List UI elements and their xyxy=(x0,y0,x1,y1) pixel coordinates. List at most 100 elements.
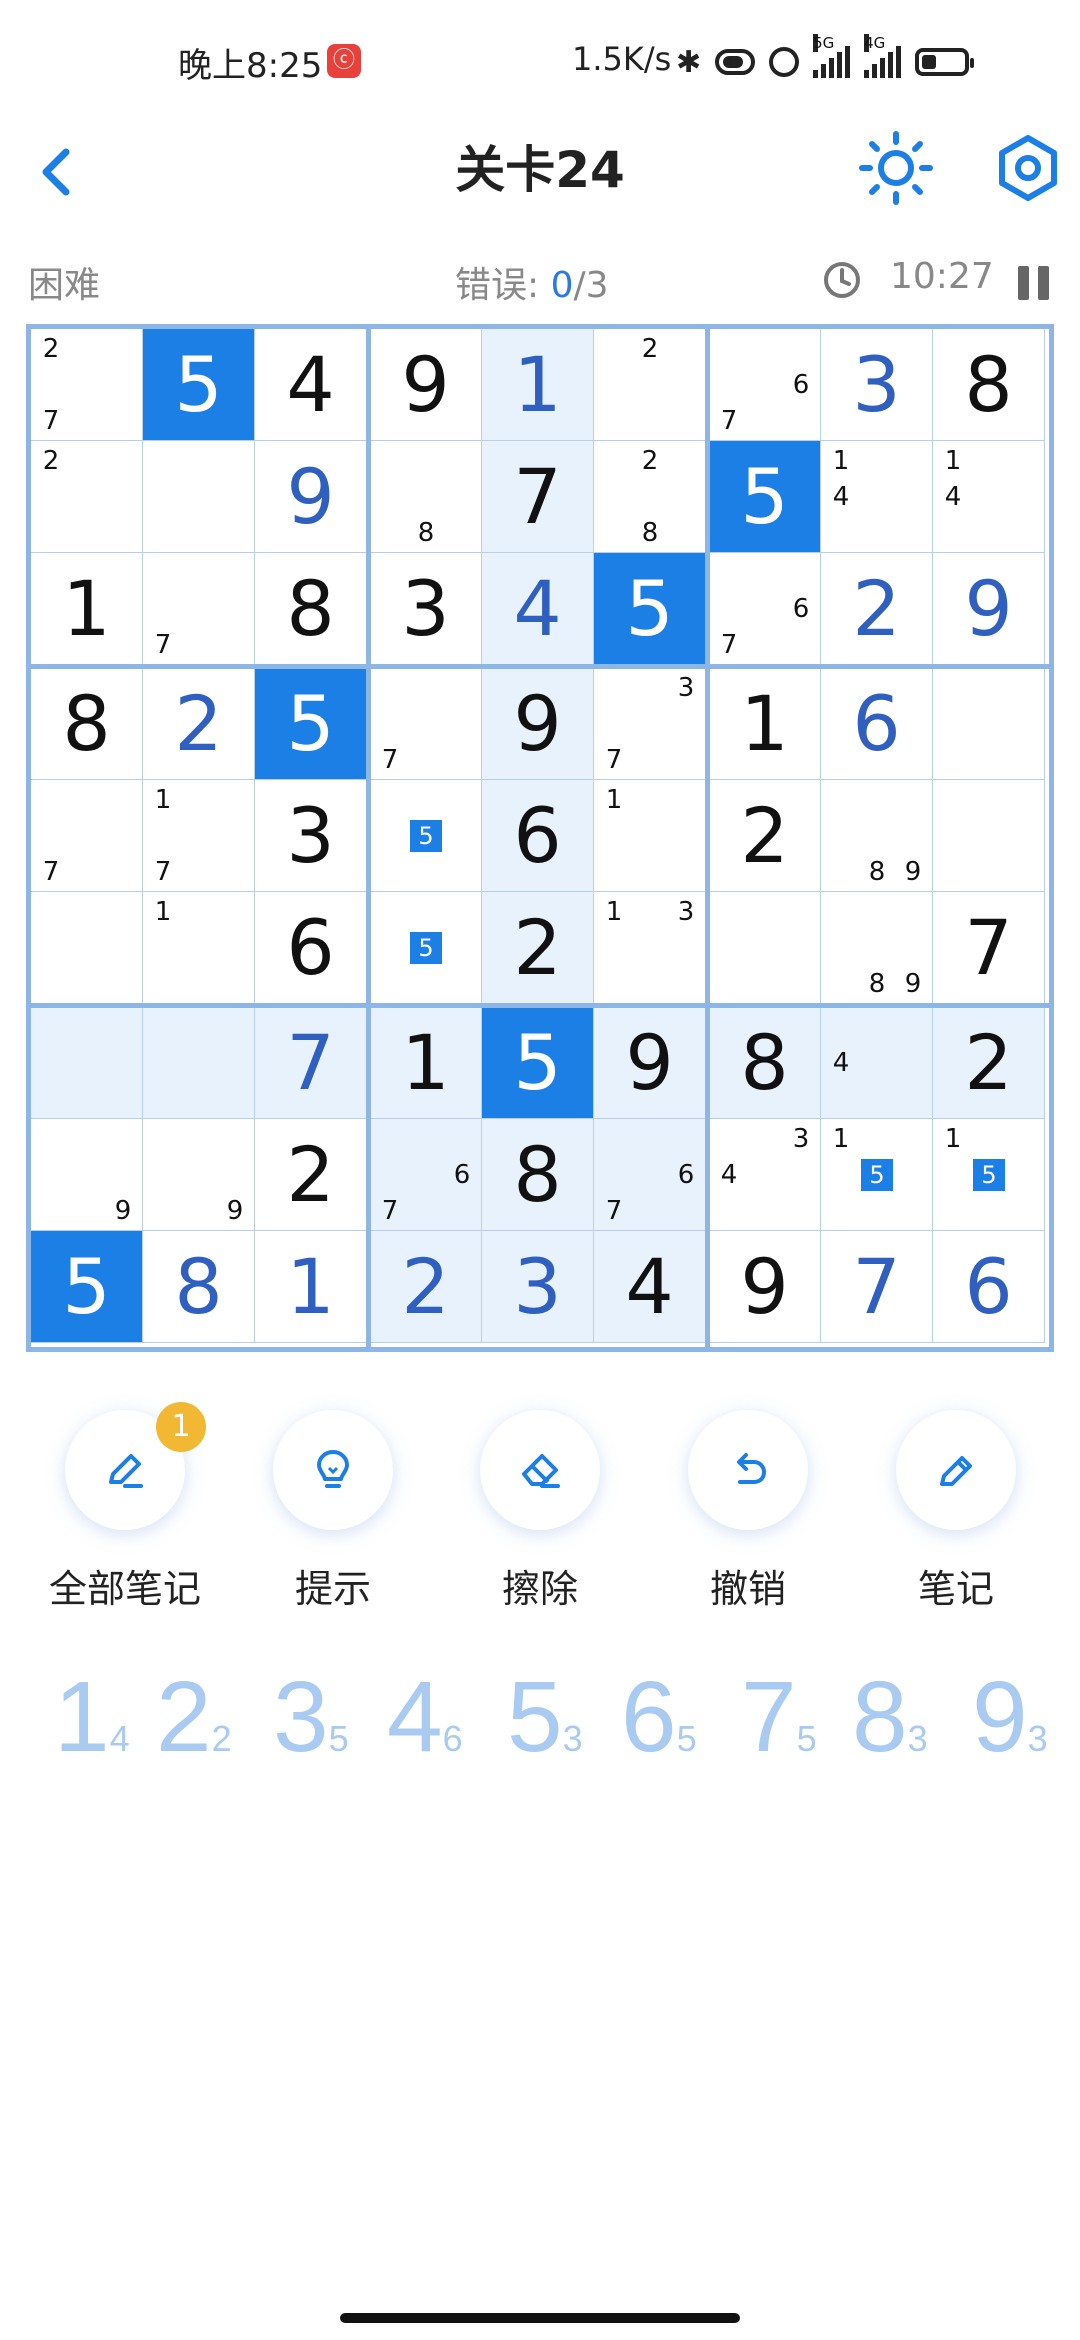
sudoku-cell[interactable]: 13 xyxy=(594,892,706,1004)
sudoku-cell[interactable]: 9 xyxy=(482,668,594,780)
sudoku-cell[interactable]: 9 xyxy=(594,1007,706,1119)
sudoku-cell[interactable]: 4 xyxy=(482,553,594,665)
sudoku-cell[interactable] xyxy=(31,1007,143,1119)
sudoku-cell[interactable]: 2 xyxy=(143,668,255,780)
sudoku-cell[interactable]: 2 xyxy=(594,329,706,441)
sudoku-cell[interactable]: 6 xyxy=(821,668,933,780)
sudoku-cell[interactable]: 9 xyxy=(255,441,367,553)
sudoku-cell[interactable]: 3 xyxy=(370,553,482,665)
sudoku-cell[interactable]: 7 xyxy=(482,441,594,553)
sudoku-cell[interactable]: 1 xyxy=(143,892,255,1004)
sudoku-cell[interactable] xyxy=(709,892,821,1004)
sudoku-cell[interactable]: 1 xyxy=(255,1231,367,1343)
sudoku-cell[interactable]: 3 xyxy=(821,329,933,441)
sudoku-cell[interactable]: 3 xyxy=(482,1231,594,1343)
undo-button[interactable]: 撤销 xyxy=(683,1410,813,1611)
sudoku-cell[interactable]: 2 xyxy=(482,892,594,1004)
sudoku-cell[interactable]: 34 xyxy=(709,1119,821,1231)
sudoku-cell[interactable]: 2 xyxy=(31,441,143,553)
sudoku-cell[interactable]: 7 xyxy=(143,553,255,665)
sudoku-cell[interactable]: 9 xyxy=(370,329,482,441)
number-key[interactable]: 65 xyxy=(621,1660,697,1775)
sudoku-cell[interactable]: 27 xyxy=(31,329,143,441)
sudoku-cell[interactable]: 37 xyxy=(594,668,706,780)
sudoku-cell[interactable]: 5 xyxy=(31,1231,143,1343)
sudoku-cell[interactable]: 6 xyxy=(482,780,594,892)
sudoku-cell[interactable]: 7 xyxy=(370,668,482,780)
sudoku-cell[interactable]: 6 xyxy=(255,892,367,1004)
sudoku-cell[interactable]: 5 xyxy=(255,668,367,780)
sudoku-cell[interactable]: 15 xyxy=(821,1119,933,1231)
sudoku-cell[interactable]: 89 xyxy=(821,892,933,1004)
pause-button[interactable] xyxy=(1018,266,1052,300)
sudoku-cell[interactable]: 1 xyxy=(370,1007,482,1119)
sudoku-cell[interactable]: 14 xyxy=(821,441,933,553)
sudoku-cell[interactable]: 67 xyxy=(370,1119,482,1231)
sudoku-cell[interactable]: 2 xyxy=(933,1007,1045,1119)
sudoku-cell[interactable]: 67 xyxy=(709,553,821,665)
number-key[interactable]: 46 xyxy=(387,1660,463,1775)
sudoku-cell[interactable]: 2 xyxy=(370,1231,482,1343)
sudoku-cell[interactable]: 1 xyxy=(594,780,706,892)
sudoku-cell[interactable]: 5 xyxy=(370,892,482,1004)
sudoku-cell[interactable]: 5 xyxy=(143,329,255,441)
home-indicator[interactable] xyxy=(340,2313,740,2323)
sudoku-cell[interactable]: 8 xyxy=(31,668,143,780)
erase-button[interactable]: 擦除 xyxy=(475,1410,605,1611)
sudoku-cell[interactable] xyxy=(143,1007,255,1119)
number-key[interactable]: 14 xyxy=(54,1660,130,1775)
sudoku-cell[interactable]: 1 xyxy=(31,553,143,665)
sudoku-cell[interactable]: 5 xyxy=(370,780,482,892)
sudoku-cell[interactable]: 8 xyxy=(482,1119,594,1231)
cell-value: 4 xyxy=(625,1242,674,1331)
sudoku-cell[interactable]: 17 xyxy=(143,780,255,892)
sudoku-cell[interactable]: 7 xyxy=(933,892,1045,1004)
number-key[interactable]: 83 xyxy=(852,1660,928,1775)
sudoku-cell[interactable]: 8 xyxy=(143,1231,255,1343)
sudoku-cell[interactable]: 7 xyxy=(255,1007,367,1119)
sudoku-cell[interactable]: 14 xyxy=(933,441,1045,553)
sudoku-cell[interactable]: 7 xyxy=(821,1231,933,1343)
sudoku-cell[interactable]: 2 xyxy=(821,553,933,665)
sudoku-cell[interactable]: 67 xyxy=(709,329,821,441)
sudoku-cell[interactable]: 4 xyxy=(821,1007,933,1119)
sudoku-cell[interactable] xyxy=(933,668,1045,780)
sudoku-cell[interactable]: 89 xyxy=(821,780,933,892)
sudoku-cell[interactable]: 28 xyxy=(594,441,706,553)
sudoku-cell[interactable]: 5 xyxy=(482,1007,594,1119)
sudoku-cell[interactable]: 9 xyxy=(143,1119,255,1231)
number-key[interactable]: 35 xyxy=(273,1660,349,1775)
sudoku-cell[interactable]: 5 xyxy=(594,553,706,665)
number-key[interactable]: 53 xyxy=(507,1660,583,1775)
sudoku-cell[interactable]: 8 xyxy=(370,441,482,553)
settings-button[interactable] xyxy=(990,130,1066,206)
number-key[interactable]: 75 xyxy=(741,1660,817,1775)
sudoku-cell[interactable]: 15 xyxy=(933,1119,1045,1231)
sudoku-cell[interactable]: 5 xyxy=(709,441,821,553)
number-key[interactable]: 22 xyxy=(156,1660,232,1775)
sudoku-cell[interactable]: 9 xyxy=(709,1231,821,1343)
sudoku-cell[interactable]: 3 xyxy=(255,780,367,892)
sudoku-cell[interactable] xyxy=(143,441,255,553)
sudoku-cell[interactable]: 8 xyxy=(933,329,1045,441)
number-key[interactable]: 93 xyxy=(972,1660,1048,1775)
sudoku-cell[interactable]: 9 xyxy=(31,1119,143,1231)
sudoku-cell[interactable]: 9 xyxy=(933,553,1045,665)
sudoku-cell[interactable]: 1 xyxy=(709,668,821,780)
theme-button[interactable] xyxy=(856,128,936,208)
sudoku-cell[interactable]: 1 xyxy=(482,329,594,441)
all-notes-button[interactable]: 1 全部笔记 xyxy=(49,1402,206,1611)
sudoku-cell[interactable] xyxy=(31,892,143,1004)
sudoku-cell[interactable]: 7 xyxy=(31,780,143,892)
hint-button[interactable]: 提示 xyxy=(268,1410,398,1611)
sudoku-cell[interactable]: 4 xyxy=(594,1231,706,1343)
sudoku-cell[interactable]: 2 xyxy=(709,780,821,892)
sudoku-cell[interactable]: 8 xyxy=(255,553,367,665)
notes-button[interactable]: 笔记 xyxy=(891,1410,1021,1611)
sudoku-cell[interactable]: 4 xyxy=(255,329,367,441)
sudoku-cell[interactable]: 8 xyxy=(709,1007,821,1119)
sudoku-cell[interactable]: 67 xyxy=(594,1119,706,1231)
sudoku-cell[interactable]: 2 xyxy=(255,1119,367,1231)
sudoku-cell[interactable]: 6 xyxy=(933,1231,1045,1343)
sudoku-cell[interactable] xyxy=(933,780,1045,892)
